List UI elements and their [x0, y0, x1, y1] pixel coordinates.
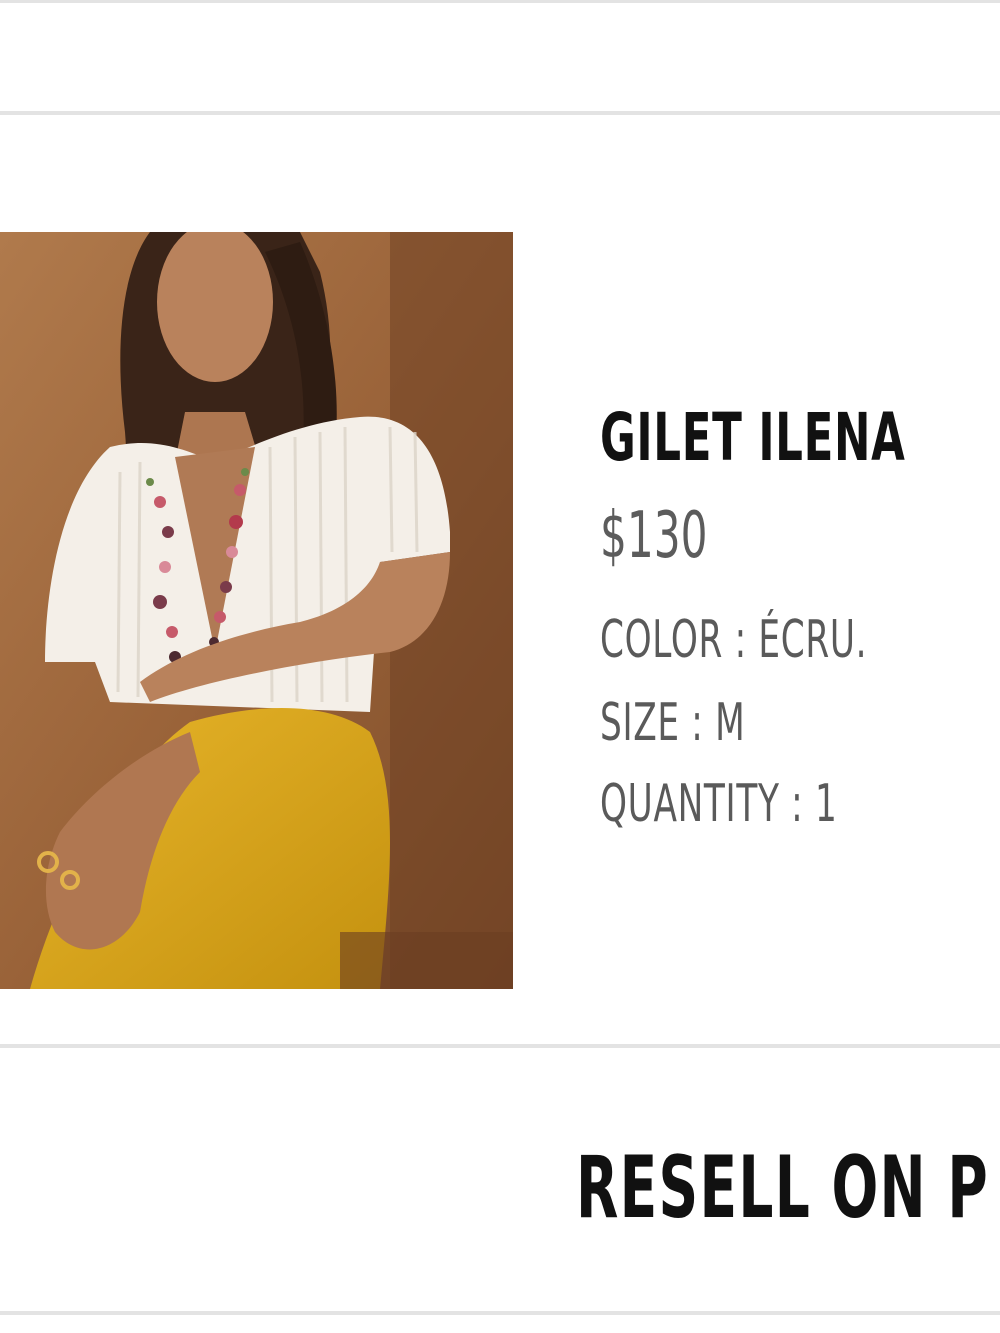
resell-button[interactable]: RESELL ON P	[576, 1140, 989, 1236]
product-name[interactable]: GILET ILENA	[600, 398, 906, 478]
product-price: $130	[600, 499, 708, 573]
section-divider	[0, 111, 1000, 115]
footer-divider	[0, 1311, 1000, 1315]
product-color: COLOR : ÉCRU.	[600, 610, 868, 670]
product-photo-illustration	[0, 232, 513, 989]
product-image[interactable]	[0, 232, 513, 989]
top-divider	[0, 0, 1000, 3]
product-quantity: QUANTITY : 1	[600, 774, 838, 834]
section-divider-bottom	[0, 1044, 1000, 1048]
product-size: SIZE : M	[600, 693, 746, 753]
